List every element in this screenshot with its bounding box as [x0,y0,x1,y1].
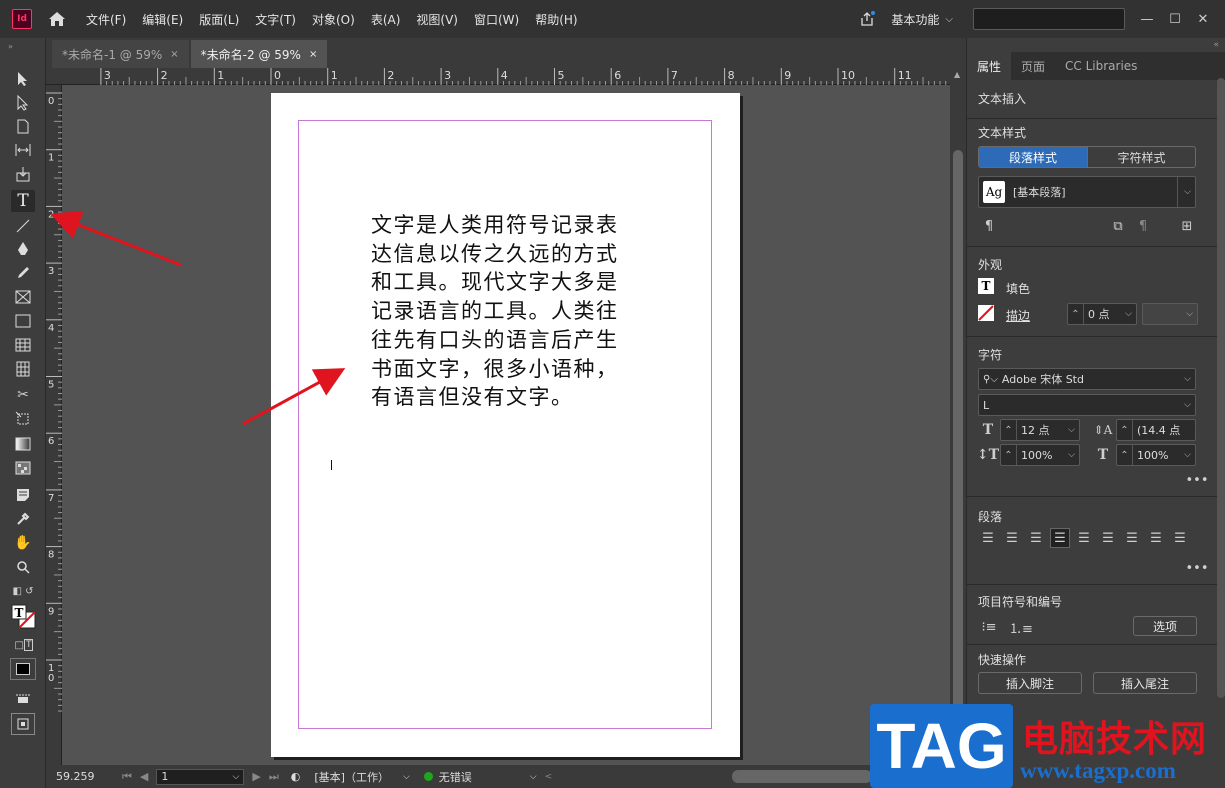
arrow-to-type-tool [50,210,182,267]
horizontal-scroll-thumb[interactable] [732,770,872,783]
font-style-value: L [983,398,990,412]
font-family-value: Adobe 宋体 Std [1001,373,1084,386]
vertical-scrollbar[interactable]: ▲ [950,68,966,765]
paragraph-heading: 段落 [978,510,1003,524]
tab-pages[interactable]: 页面 [1011,52,1055,80]
master-status: [基本]（工作） [314,770,389,784]
vertical-scale-field[interactable]: ⌃ 100% ⌵ [1000,444,1080,466]
justify-right-icon[interactable]: ☰ [1098,528,1118,548]
options-button[interactable]: 选项 [1133,616,1197,636]
page-number-field[interactable]: 1 ⌵ [156,768,245,785]
horizontal-scale-field[interactable]: ⌃ 100% ⌵ [1116,444,1196,466]
tab-properties[interactable]: 属性 [967,52,1012,80]
load-styles-icon[interactable]: ⧉ [1110,218,1126,234]
paragraph-alignment: ☰ ☰ ☰ ☰ ☰ ☰ ☰ ☰ ☰ [978,528,1190,548]
leading-value: (14.4 点 [1137,424,1181,437]
insert-footnote-button[interactable]: 插入脚注 [978,672,1082,694]
justify-left-icon[interactable]: ☰ [1050,528,1070,548]
align-toward-spine-icon[interactable]: ☰ [1146,528,1166,548]
clear-overrides-icon[interactable]: ¶ [981,218,997,234]
tab-cc-libraries[interactable]: CC Libraries [1055,52,1147,80]
watermark: TAG 电脑技术网 www.tagxp.com [870,704,1225,788]
prev-page-icon[interactable]: ◀ [140,770,148,783]
status-bar: 59.259 ⏮ ◀ 1 ⌵ ▶ ⏭ ◐ [基本]（工作） ⌵ 无错误 ⌵ < [46,765,966,788]
text-style-heading: 文本样式 [978,126,1027,140]
vertical-scale-value: 100% [1021,448,1053,462]
stroke-weight-field[interactable]: ⌃ 0 点 ⌵ [1067,303,1137,325]
quick-actions-heading: 快速操作 [978,653,1027,667]
leading-icon: ⇕A [1093,423,1113,437]
watermark-title: 电脑技术网 [1022,719,1208,760]
preflight-status[interactable]: 无错误 [439,769,472,785]
zoom-value: 59.259 [56,770,95,783]
leading-field[interactable]: ⌃ (14.4 点 [1116,419,1196,441]
last-page-icon[interactable]: ⏭ [269,770,279,784]
text-insert-label: 文本插入 [978,92,1027,106]
arrow-to-text [242,368,346,426]
insert-endnote-button[interactable]: 插入尾注 [1093,672,1197,694]
style-type-toggle: 段落样式 字符样式 [978,146,1196,168]
scroll-thumb[interactable] [953,150,963,750]
fill-label: 填色 [1006,282,1031,296]
next-page-icon[interactable]: ▶ [252,770,260,783]
style-action-icon[interactable]: ¶ [1135,218,1151,234]
align-center-icon[interactable]: ☰ [1002,528,1022,548]
font-size-value: 12 点 [1021,424,1050,437]
paragraph-styles-tab[interactable]: 段落样式 [979,147,1087,167]
more-options-icon[interactable]: ••• [1186,561,1209,576]
font-family-dropdown[interactable]: ⚲⌵ Adobe 宋体 Std ⌵ [978,368,1196,390]
more-options-icon[interactable]: ••• [1186,473,1209,488]
first-page-icon[interactable]: ⏮ [122,770,132,784]
scroll-left-icon[interactable]: < [545,772,553,782]
tag-logo: TAG [870,704,1013,788]
justify-center-icon[interactable]: ☰ [1074,528,1094,548]
font-size-icon: T [982,422,994,438]
paragraph-style-dropdown[interactable]: Ag [基本段落] ⌵ [978,176,1196,208]
new-style-icon[interactable]: ⊞ [1179,218,1195,234]
chevron-down-icon[interactable]: ⌵ [530,772,537,782]
zoom-field[interactable]: 59.259 [52,769,110,785]
numbered-list-icon[interactable]: ⒈≡ [1009,618,1033,637]
watermark-url: www.tagxp.com [1020,758,1176,783]
align-away-spine-icon[interactable]: ☰ [1170,528,1190,548]
fill-swatch-icon[interactable]: T [978,278,994,294]
justify-all-icon[interactable]: ☰ [1122,528,1142,548]
stroke-label[interactable]: 描边 [1006,307,1030,324]
panel-scrollbar[interactable] [1217,78,1225,698]
appearance-heading: 外观 [978,258,1003,272]
character-heading: 字符 [978,348,1003,362]
horizontal-scale-value: 100% [1137,448,1169,462]
stroke-swatch-icon[interactable] [978,305,994,321]
bulleted-list-icon[interactable]: ⁝≡ [980,618,998,636]
align-left-icon[interactable]: ☰ [978,528,998,548]
view-icon[interactable]: ◐ [291,770,301,783]
font-size-field[interactable]: ⌃ 12 点 ⌵ [1000,419,1080,441]
bullets-heading: 项目符号和编号 [978,595,1063,609]
paragraph-style-value: [基本段落] [1013,186,1066,199]
align-right-icon[interactable]: ☰ [1026,528,1046,548]
collapse-icon[interactable]: « [1213,40,1219,50]
properties-panel: « 属性 页面 CC Libraries 文本插入 文本样式 段落样式 字符样式… [966,38,1225,788]
vertical-scale-icon: ↕T [976,447,1000,463]
search-icon: ⚲⌵ [983,373,998,385]
style-preview-icon: Ag [983,181,1005,203]
character-styles-tab[interactable]: 字符样式 [1087,147,1195,167]
horizontal-scale-icon: T [1097,447,1109,463]
font-style-dropdown[interactable]: L ⌵ [978,394,1196,416]
page-number: 1 [161,770,169,783]
stroke-weight-value: 0 点 [1088,308,1110,321]
chevron-down-icon[interactable]: ⌵ [403,772,410,782]
status-dot-icon [423,772,433,781]
stroke-type-dropdown[interactable]: ⌵ [1142,303,1198,325]
